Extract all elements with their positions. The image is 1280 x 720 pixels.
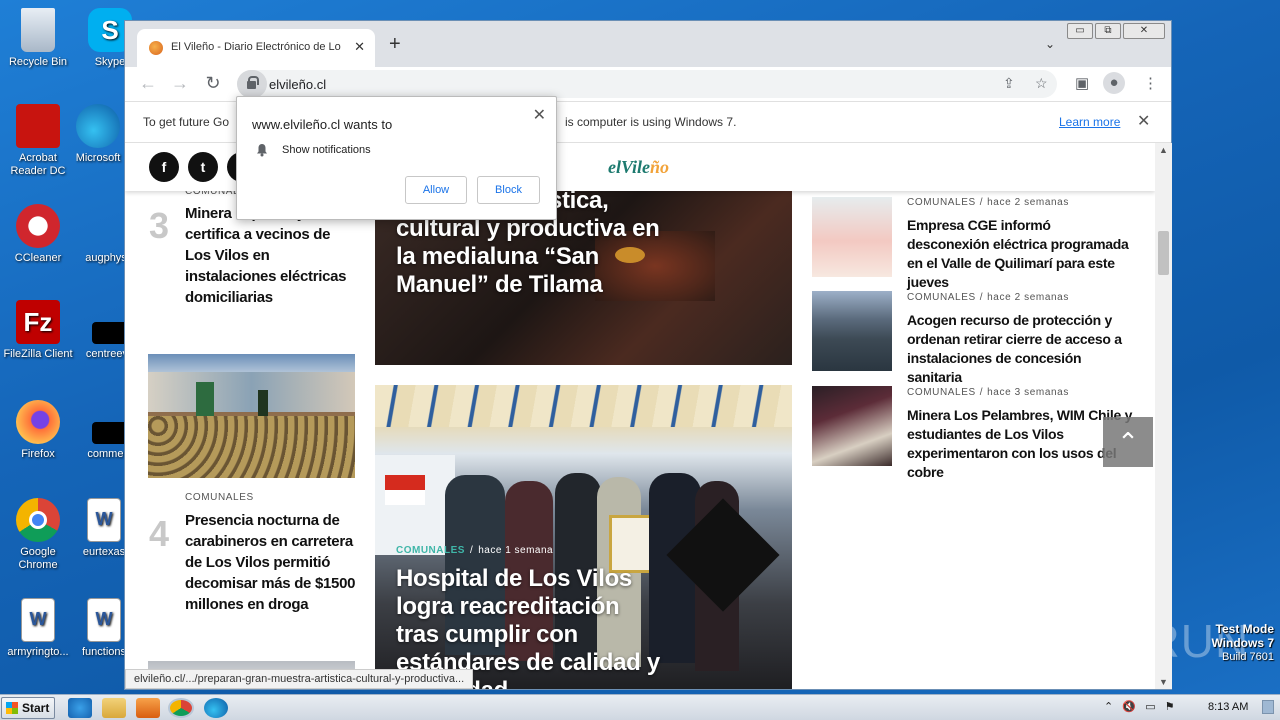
desktop-icon-label: armyringto... [7, 646, 69, 658]
desktop-icon-label: CCleaner [14, 252, 62, 264]
start-button[interactable]: Start [1, 697, 55, 719]
media-player-icon[interactable] [136, 698, 160, 718]
scroll-up-arrow-icon[interactable]: ▲ [1159, 145, 1168, 155]
permission-text: Show notifications [282, 144, 371, 156]
article-rank-number: 4 [149, 513, 170, 554]
show-desktop-button[interactable] [1262, 700, 1274, 714]
system-tray-icons[interactable]: ⌃ 🔇 ▭ ⚑ [1104, 700, 1175, 713]
side-panel-icon[interactable]: ▣ [1075, 74, 1089, 92]
tab-title: El Vileño - Diario Electrónico de Los Vi… [171, 41, 341, 53]
scrollbar-thumb[interactable] [1158, 231, 1169, 275]
article-category[interactable]: COMUNALES [907, 387, 976, 398]
block-button[interactable]: Block [477, 176, 540, 204]
firefox-icon[interactable]: Firefox [0, 400, 76, 461]
reload-icon[interactable]: ↻ [202, 73, 224, 94]
window-controls: ▭ ⧉ ✕ [1067, 23, 1165, 39]
logo-accent: ño [650, 157, 670, 177]
back-arrow-icon[interactable]: ← [137, 73, 159, 94]
watermark-line3: Build 7601 [1222, 651, 1274, 663]
restore-button[interactable]: ⧉ [1095, 23, 1121, 39]
article-meta: COMUNALES / hace 2 semanas [907, 197, 1069, 208]
taskbar: Start ⌃ 🔇 ▭ ⚑ 8:13 AM [0, 694, 1280, 720]
article-thumbnail-coast[interactable] [812, 291, 892, 371]
article-meta: COMUNALES / hace 2 semanas [907, 292, 1069, 303]
bell-icon [257, 144, 267, 157]
google-chrome-icon[interactable]: Google Chrome [0, 498, 76, 572]
tab-close-icon[interactable]: ✕ [354, 39, 365, 55]
filezilla-icon[interactable]: Fz FileZilla Client [0, 300, 76, 361]
link-status-bar: elvileño.cl/.../preparan-gran-muestra-ar… [125, 669, 474, 689]
feature-main-category[interactable]: COMUNALES [396, 545, 465, 556]
watermark-line1: Test Mode [1215, 622, 1274, 636]
lock-icon[interactable] [237, 70, 267, 98]
desktop-icon-label: Recycle Bin [8, 56, 68, 68]
clock[interactable]: 8:13 AM [1208, 701, 1248, 713]
desktop-icon-label: FileZilla Client [3, 348, 73, 360]
allow-button[interactable]: Allow [405, 176, 467, 204]
article-title[interactable]: Empresa CGE informó desconexión eléctric… [907, 216, 1135, 292]
scroll-down-arrow-icon[interactable]: ▼ [1159, 677, 1168, 687]
address-bar[interactable]: elvileño.cl ⇪ ☆ [237, 70, 1057, 98]
feature-main-time: hace 1 semana [478, 545, 554, 556]
new-tab-icon[interactable]: + [389, 34, 401, 54]
minimize-button[interactable]: ▭ [1067, 23, 1093, 39]
share-icon[interactable]: ⇪ [1003, 75, 1015, 92]
article-time: hace 2 semanas [987, 292, 1069, 303]
page-content: f t elVileño COMUNALES 3 Minera capacita… [125, 143, 1155, 689]
recycle-bin-icon[interactable]: Recycle Bin [0, 8, 76, 69]
profile-avatar-icon[interactable]: ● [1103, 72, 1125, 94]
learn-more-link[interactable]: Learn more [1059, 115, 1120, 129]
url-text[interactable]: elvileño.cl [269, 77, 326, 92]
tab-strip: El Vileño - Diario Electrónico de Los Vi… [125, 21, 1171, 67]
internet-explorer-icon[interactable] [68, 698, 92, 718]
chrome-taskbar-icon[interactable] [168, 698, 194, 718]
article-time: hace 3 semanas [987, 387, 1069, 398]
article-thumbnail-drugs[interactable] [148, 354, 355, 478]
ccleaner-icon[interactable]: CCleaner [0, 204, 76, 265]
infobar-text-right: is computer is using Windows 7. [565, 115, 737, 129]
article-title[interactable]: Acogen recurso de protección y ordenan r… [907, 311, 1135, 387]
file-explorer-icon[interactable] [102, 698, 126, 718]
menu-kebab-icon[interactable]: ⋮ [1143, 74, 1158, 92]
article-title[interactable]: Presencia nocturna de carabineros en car… [185, 510, 357, 615]
notification-permission-popup: www.elvileño.cl wants to ✕ Show notifica… [236, 96, 557, 220]
windows-test-mode-watermark: Test Mode Windows 7 Build 7601 [1211, 623, 1274, 664]
article-meta: COMUNALES / hace 3 semanas [907, 387, 1069, 398]
facebook-icon[interactable]: f [149, 152, 179, 182]
watermark-line2: Windows 7 [1211, 636, 1274, 650]
tab-search-chevron-icon[interactable]: ⌄ [1045, 37, 1055, 51]
article-time: hace 2 semanas [987, 197, 1069, 208]
scroll-to-top-button[interactable]: ⌃ [1103, 417, 1153, 467]
article-thumbnail-map[interactable] [812, 197, 892, 277]
article-category[interactable]: COMUNALES [907, 197, 976, 208]
site-logo[interactable]: elVileño [608, 157, 669, 178]
article-category[interactable]: COMUNALES [185, 492, 254, 503]
forward-arrow-icon[interactable]: → [169, 73, 191, 94]
article-category[interactable]: COMUNALES [907, 292, 976, 303]
infobar-text-left: To get future Go [143, 115, 230, 129]
feature-main-meta: COMUNALES / hace 1 semana [396, 545, 554, 556]
word-document-icon[interactable]: W armyringto... [0, 598, 76, 659]
article-rank-number: 3 [149, 205, 170, 246]
twitter-icon[interactable]: t [188, 152, 218, 182]
article-thumbnail-students[interactable] [812, 386, 892, 466]
infobar-close-icon[interactable]: ✕ [1137, 111, 1150, 131]
desktop-icon-label: Firefox [21, 448, 55, 460]
desktop-icon-label: Google Chrome [18, 546, 58, 571]
site-favicon-icon [149, 41, 163, 55]
close-window-button[interactable]: ✕ [1123, 23, 1165, 39]
popup-title: www.elvileño.cl wants to [252, 117, 393, 132]
page-scrollbar[interactable]: ▲ ▼ [1155, 143, 1172, 689]
popup-close-icon[interactable]: ✕ [533, 105, 546, 125]
edge-taskbar-icon[interactable] [204, 698, 228, 718]
article-title[interactable]: Minera Los Pelambres, WIM Chile y estudi… [907, 406, 1135, 482]
tab-elvileno[interactable]: El Vileño - Diario Electrónico de Los Vi… [137, 29, 375, 67]
bookmark-star-icon[interactable]: ☆ [1035, 75, 1048, 92]
logo-text: elVile [608, 157, 650, 177]
